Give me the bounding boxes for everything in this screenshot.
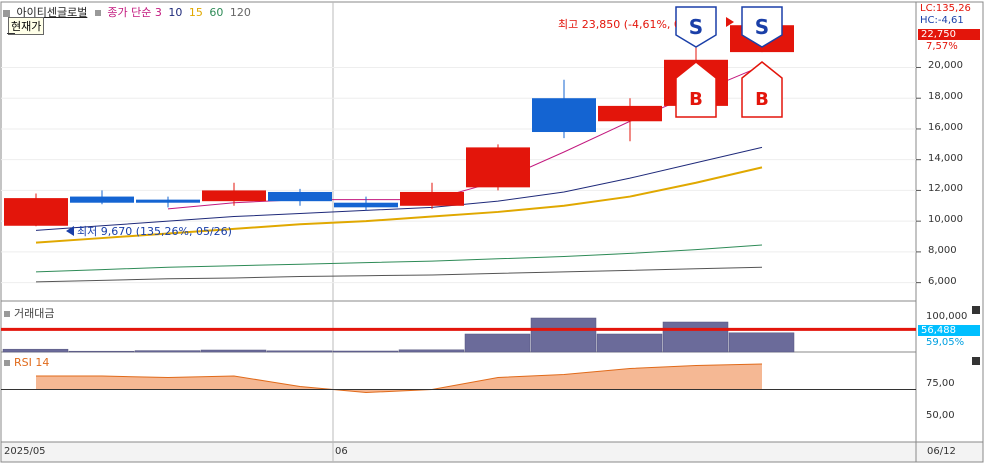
x-axis	[0, 441, 917, 463]
lc-label: LC:135,26	[920, 3, 971, 14]
volume-bar	[464, 333, 531, 353]
x-label-end: 06/12	[927, 446, 956, 457]
ma-period-60: 60	[209, 6, 224, 19]
volume-bar	[332, 350, 399, 353]
ma-period-15: 15	[188, 6, 203, 19]
volume-tick: 100,000	[926, 311, 968, 322]
volume-bar	[134, 350, 201, 353]
ma-period-120: 120	[229, 6, 251, 19]
ma-period-3: 3	[154, 6, 162, 19]
change-tag: 7,57%	[926, 41, 958, 52]
x-label-month: 06	[335, 446, 348, 457]
current-price-tag: 22,750	[918, 29, 980, 40]
candle-body	[598, 105, 662, 122]
volume-bar	[662, 321, 729, 353]
sell-signal-letter: S	[689, 15, 703, 39]
x-label-start: 2025/05	[4, 446, 46, 457]
panel-close-icon[interactable]	[972, 306, 980, 314]
candle-body	[466, 147, 530, 188]
candle-body	[202, 190, 266, 202]
volume-bar	[530, 317, 597, 353]
volume-value-tag: 56,488	[918, 325, 980, 336]
candle-body	[136, 199, 200, 203]
price-tick-label: 8,000	[928, 244, 957, 256]
sell-signal-letter: S	[755, 15, 769, 39]
rsi-menu-icon[interactable]	[4, 360, 10, 366]
rsi-panel	[0, 351, 917, 443]
ma-label[interactable]: 종가 단순	[107, 6, 151, 19]
price-tick-label: 10,000	[928, 214, 963, 226]
candle-body	[268, 191, 332, 202]
hc-label: HC:-4,61	[920, 15, 964, 26]
tooltip-pointer	[7, 33, 15, 34]
buy-signal-letter: B	[689, 89, 703, 110]
volume-bar	[2, 348, 69, 353]
volume-pct-tag: 59,05%	[926, 337, 965, 348]
candle-body	[400, 191, 464, 206]
volume-bar	[728, 332, 795, 353]
rsi-tick-50: 50,00	[926, 410, 955, 421]
volume-bar	[398, 349, 465, 353]
price-tick-label: 20,000	[928, 60, 963, 72]
volume-bar	[266, 350, 333, 353]
ma-period-10: 10	[168, 6, 183, 19]
volume-bar	[68, 350, 135, 353]
price-tick-label: 6,000	[928, 275, 957, 287]
rsi-title: RSI 14	[4, 356, 49, 369]
volume-bar	[596, 333, 663, 353]
ma-menu-icon[interactable]	[94, 10, 101, 16]
high-annotation: 최고 23,850 (-4,61%, 06/13)	[558, 18, 676, 31]
buy-signal-letter: B	[755, 89, 769, 110]
candle-body	[334, 202, 398, 208]
price-tick-label: 14,000	[928, 152, 963, 164]
volume-menu-icon[interactable]	[4, 311, 10, 317]
candle-body	[4, 198, 68, 226]
menu-square-icon[interactable]	[3, 9, 10, 17]
candle-body	[70, 196, 134, 203]
rsi-close-icon[interactable]	[972, 357, 980, 365]
rsi-tick-75: 75,00	[926, 378, 955, 389]
price-tick-label: 18,000	[928, 91, 963, 103]
volume-bar	[200, 349, 267, 353]
low-annotation: 최저 9,670 (135,26%, 05/26)	[77, 225, 232, 238]
volume-title: 거래대금	[4, 305, 54, 321]
price-tick-label: 12,000	[928, 183, 963, 195]
price-tick-label: 16,000	[928, 121, 963, 133]
candle-body	[532, 98, 596, 133]
